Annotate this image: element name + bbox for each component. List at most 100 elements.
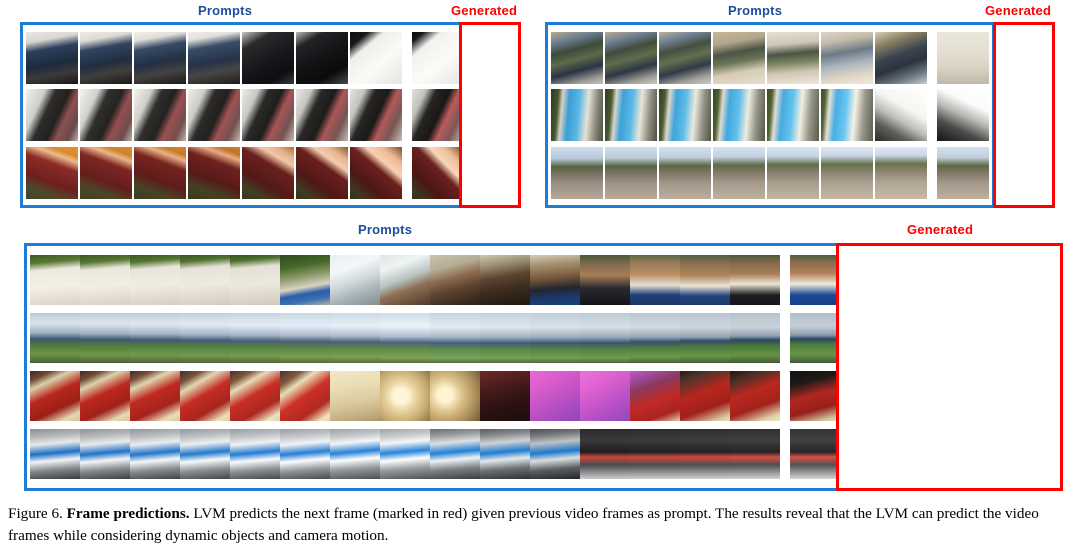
prompt-frame [630,371,680,421]
prompt-frame [280,255,330,305]
prompt-frame [296,146,348,199]
prompt-frame [730,371,780,421]
prompt-frame [180,429,230,479]
prompt-frame [180,371,230,421]
prompt-frame [230,429,280,479]
generated-region-top-left [459,22,521,208]
prompt-frame [30,371,80,421]
prompt-frame [430,255,480,305]
prompt-frame [296,89,348,141]
prompt-frame [767,146,819,199]
prompt-frame [680,255,730,305]
generated-label-top-left: Generated [451,3,518,18]
prompt-frame [230,313,280,363]
prompt-frame [875,89,927,141]
generated-frame [937,31,989,84]
prompt-frame [580,429,630,479]
prompt-frame [480,313,530,363]
prompt-frame [480,371,530,421]
prompt-frame [80,31,132,84]
prompt-frame [280,313,330,363]
generated-region-bottom [836,243,1063,491]
prompt-frame [605,146,657,199]
generated-region-top-right [993,22,1055,208]
prompt-frame [180,255,230,305]
prompt-frame [480,429,530,479]
prompt-frame [767,31,819,84]
prompt-frame [580,371,630,421]
prompt-frame [430,313,480,363]
prompt-frame [280,371,330,421]
prompt-frame [630,429,680,479]
prompt-frame [680,371,730,421]
prompt-frame [713,89,765,141]
prompt-frame [875,31,927,84]
prompt-frame [242,31,294,84]
prompt-frame [188,31,240,84]
prompt-frame [134,31,186,84]
prompt-frame [330,255,380,305]
frame-row-red-shirt-stairs [26,89,518,141]
prompt-frame [130,255,180,305]
prompts-label-top-right: Prompts [728,3,783,18]
frame-row-white-van-dashcam [26,31,518,84]
prompt-frame [80,146,132,199]
prompt-frame [350,89,402,141]
prompt-frame [713,146,765,199]
caption-title: Frame predictions. [66,505,190,522]
prompt-frame [875,146,927,199]
frame-row-indoor-person-bending [551,31,1049,84]
figure-caption: Figure 6. Frame predictions. LVM predict… [8,503,1072,547]
prompt-frame [821,146,873,199]
prompt-frame [680,313,730,363]
prompt-frame [659,31,711,84]
prompt-frame [530,255,580,305]
prompt-frame [530,371,580,421]
prompt-frame [230,371,280,421]
prompt-frame [80,429,130,479]
prompt-frame [280,429,330,479]
caption-figure-number: Figure 6. [8,505,63,522]
prompt-frame [713,31,765,84]
frame-grid-top-right [551,26,1049,204]
prompts-label-bottom: Prompts [358,222,413,237]
generated-frame [790,255,840,305]
generated-label-top-right: Generated [985,3,1052,18]
prompt-frame [580,313,630,363]
generated-frame [412,31,464,84]
prompt-frame [242,146,294,199]
prompt-frame [26,31,78,84]
prompt-frame [350,146,402,199]
prompt-frame [330,429,380,479]
prompt-frame [80,89,132,141]
prompt-frame [605,89,657,141]
generated-frame [412,89,464,141]
prompt-frame [380,429,430,479]
prompt-frame [30,255,80,305]
prompt-frame [380,371,430,421]
prompt-frame [242,89,294,141]
generated-frame [790,429,840,479]
frame-row-street-crowd-purple [551,146,1049,199]
prompt-frame [605,31,657,84]
frame-row-blue-slide-jump [551,89,1049,141]
prompt-frame [30,313,80,363]
prompt-frame [821,89,873,141]
prompt-frame [730,255,780,305]
prompt-frame [330,313,380,363]
prompt-frame [430,429,480,479]
prompt-frame [730,313,780,363]
prompt-frame [130,429,180,479]
generated-frame [937,89,989,141]
generated-label-bottom: Generated [907,222,974,237]
prompt-frame [30,429,80,479]
prompt-frame [530,313,580,363]
prompt-frame [188,89,240,141]
prompt-frame [551,89,603,141]
prompt-frame [130,371,180,421]
prompt-frame [188,146,240,199]
prompt-frame [26,89,78,141]
generated-frame [412,146,464,199]
prompt-frame [26,146,78,199]
prompt-frame [659,146,711,199]
